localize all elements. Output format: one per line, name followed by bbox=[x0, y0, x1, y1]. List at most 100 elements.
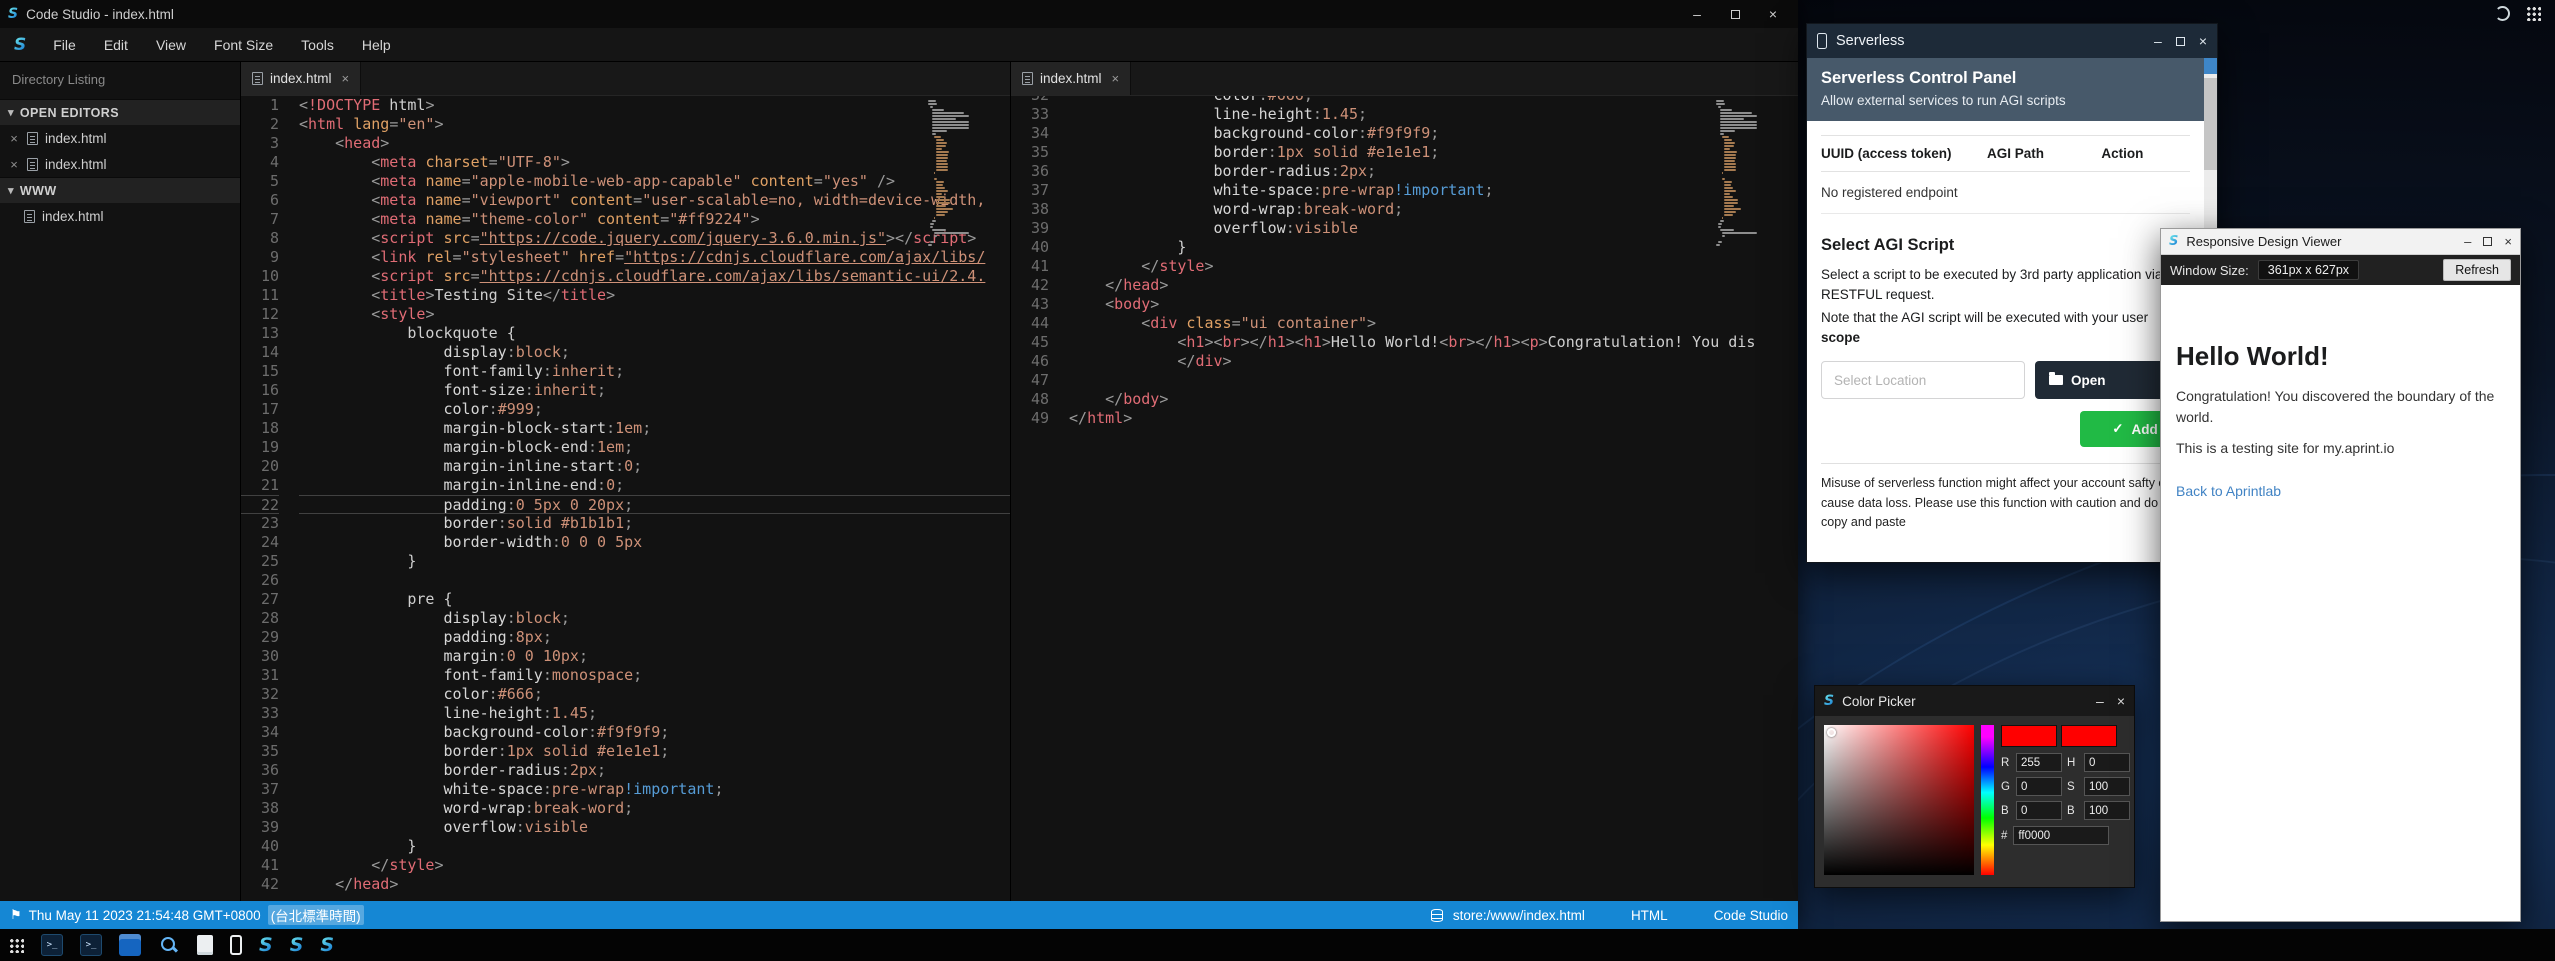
code-line[interactable]: display:block; bbox=[299, 609, 1010, 628]
terminal-icon[interactable]: >_ bbox=[41, 934, 63, 956]
code-line[interactable]: pre { bbox=[299, 590, 1010, 609]
sidebar-section-www[interactable]: ▾ WWW bbox=[0, 177, 240, 203]
code-line[interactable]: </head> bbox=[1069, 276, 1798, 295]
hex-input[interactable] bbox=[2013, 826, 2109, 845]
open-button[interactable]: Open bbox=[2035, 361, 2167, 399]
code-line[interactable]: margin:0 0 10px; bbox=[299, 647, 1010, 666]
close-icon[interactable]: × bbox=[2199, 33, 2207, 49]
code-studio-icon[interactable]: S bbox=[320, 934, 334, 956]
minimize-icon[interactable]: – bbox=[1680, 2, 1714, 26]
menu-item-edit[interactable]: Edit bbox=[91, 32, 141, 58]
minimize-icon[interactable]: – bbox=[2096, 693, 2104, 709]
code-line[interactable]: <meta name="theme-color" content="#ff922… bbox=[299, 210, 1010, 229]
code-line[interactable]: </div> bbox=[1069, 352, 1798, 371]
code-line[interactable]: color:#666; bbox=[1069, 96, 1798, 105]
minimap[interactable] bbox=[928, 100, 974, 247]
code-line[interactable]: blockquote { bbox=[299, 324, 1010, 343]
code-line[interactable]: color:#999; bbox=[299, 400, 1010, 419]
code-line[interactable]: word-wrap:break-word; bbox=[299, 799, 1010, 818]
code-line[interactable]: border-radius:2px; bbox=[1069, 162, 1798, 181]
app-launcher-grid-icon[interactable] bbox=[2526, 6, 2541, 21]
code-line[interactable]: margin-inline-start:0; bbox=[299, 457, 1010, 476]
code-line[interactable]: } bbox=[299, 552, 1010, 571]
window-size-value[interactable]: 361px x 627px bbox=[2258, 260, 2359, 280]
code-line[interactable]: <body> bbox=[1069, 295, 1798, 314]
code-studio-icon[interactable]: S bbox=[259, 934, 273, 956]
hue-input[interactable] bbox=[2084, 753, 2130, 772]
code-line[interactable]: font-size:inherit; bbox=[299, 381, 1010, 400]
code-line[interactable]: line-height:1.45; bbox=[299, 704, 1010, 723]
back-to-aprintlab-link[interactable]: Back to Aprintlab bbox=[2176, 483, 2281, 499]
sync-icon[interactable] bbox=[2495, 6, 2510, 21]
tab-index-html[interactable]: index.html × bbox=[1011, 62, 1131, 95]
code-line[interactable]: border:1px solid #e1e1e1; bbox=[299, 742, 1010, 761]
code-line[interactable]: padding:0 5px 0 20px; bbox=[299, 495, 1010, 514]
red-input[interactable] bbox=[2016, 753, 2062, 772]
close-icon[interactable]: × bbox=[2504, 234, 2512, 249]
code-line[interactable]: border:1px solid #e1e1e1; bbox=[1069, 143, 1798, 162]
file-tree-item[interactable]: index.html bbox=[0, 203, 240, 229]
code-editor[interactable]: 1234567891011121314151617181920212223242… bbox=[241, 96, 1010, 901]
menu-item-tools[interactable]: Tools bbox=[288, 32, 347, 58]
code-line[interactable]: border-radius:2px; bbox=[299, 761, 1010, 780]
close-editor-icon[interactable]: × bbox=[8, 131, 20, 146]
code-line[interactable]: } bbox=[299, 837, 1010, 856]
script-location-input[interactable] bbox=[1821, 361, 2025, 399]
code-line[interactable]: </style> bbox=[299, 856, 1010, 875]
sidebar-section-open-editors[interactable]: ▾ OPEN EDITORS bbox=[0, 99, 240, 125]
code-line[interactable]: <meta name="viewport" content="user-scal… bbox=[299, 191, 1010, 210]
code-line[interactable]: </style> bbox=[1069, 257, 1798, 276]
code-line[interactable]: <meta charset="UTF-8"> bbox=[299, 153, 1010, 172]
hue-slider[interactable] bbox=[1981, 725, 1994, 875]
code-line[interactable]: <h1><br></h1><h1>Hello World!<br></h1><p… bbox=[1069, 333, 1798, 352]
phone-icon[interactable] bbox=[230, 935, 242, 955]
start-menu-grid-icon[interactable] bbox=[9, 938, 24, 953]
terminal-icon[interactable]: >_ bbox=[80, 934, 102, 956]
code-line[interactable]: background-color:#f9f9f9; bbox=[299, 723, 1010, 742]
code-line[interactable]: <title>Testing Site</title> bbox=[299, 286, 1010, 305]
maximize-icon[interactable] bbox=[2483, 237, 2492, 246]
open-editor-item[interactable]: × index.html bbox=[0, 125, 240, 151]
code-line[interactable]: border:solid #b1b1b1; bbox=[299, 514, 1010, 533]
code-editor[interactable]: 323334353637383940414243444546474849 col… bbox=[1011, 96, 1798, 901]
code-line[interactable]: padding:8px; bbox=[299, 628, 1010, 647]
code-line[interactable]: <head> bbox=[299, 134, 1010, 153]
minimize-icon[interactable]: – bbox=[2464, 234, 2471, 249]
color-picker-titlebar[interactable]: S Color Picker – × bbox=[1815, 686, 2134, 716]
close-editor-icon[interactable]: × bbox=[8, 157, 20, 172]
current-color-swatch[interactable] bbox=[2061, 725, 2117, 747]
code-line[interactable]: <style> bbox=[299, 305, 1010, 324]
code-line[interactable]: <div class="ui container"> bbox=[1069, 314, 1798, 333]
viewer-titlebar[interactable]: S Responsive Design Viewer – × bbox=[2161, 229, 2520, 255]
code-line[interactable]: <html lang="en"> bbox=[299, 115, 1010, 134]
tab-close-icon[interactable]: × bbox=[1112, 71, 1120, 86]
restore-icon[interactable] bbox=[1718, 2, 1752, 26]
open-editor-item[interactable]: × index.html bbox=[0, 151, 240, 177]
code-line[interactable]: <script src="https://cdnjs.cloudflare.co… bbox=[299, 267, 1010, 286]
green-input[interactable] bbox=[2016, 777, 2062, 796]
code-line[interactable]: <link rel="stylesheet" href="https://cdn… bbox=[299, 248, 1010, 267]
minimize-icon[interactable]: – bbox=[2154, 33, 2162, 49]
code-line[interactable]: white-space:pre-wrap!important; bbox=[1069, 181, 1798, 200]
code-line[interactable]: white-space:pre-wrap!important; bbox=[299, 780, 1010, 799]
maximize-icon[interactable] bbox=[2176, 37, 2185, 46]
code-line[interactable]: margin-inline-end:0; bbox=[299, 476, 1010, 495]
code-line[interactable]: word-wrap:break-word; bbox=[1069, 200, 1798, 219]
code-line[interactable]: display:block; bbox=[299, 343, 1010, 362]
code-line[interactable]: </html> bbox=[1069, 409, 1798, 428]
tab-close-icon[interactable]: × bbox=[342, 71, 350, 86]
document-icon[interactable] bbox=[197, 935, 213, 955]
code-line[interactable]: color:#666; bbox=[299, 685, 1010, 704]
close-icon[interactable]: × bbox=[1756, 2, 1790, 26]
code-line[interactable]: } bbox=[1069, 238, 1798, 257]
code-line[interactable] bbox=[299, 571, 1010, 590]
tab-index-html[interactable]: index.html × bbox=[241, 62, 361, 95]
menu-item-help[interactable]: Help bbox=[349, 32, 404, 58]
minimap[interactable] bbox=[1716, 100, 1762, 247]
search-icon[interactable] bbox=[158, 934, 180, 956]
menu-item-view[interactable]: View bbox=[143, 32, 199, 58]
window-titlebar[interactable]: S Code Studio - index.html – × bbox=[0, 0, 1798, 28]
code-line[interactable]: margin-block-end:1em; bbox=[299, 438, 1010, 457]
code-line[interactable]: <script src="https://code.jquery.com/jqu… bbox=[299, 229, 1010, 248]
saturation-brightness-area[interactable] bbox=[1824, 725, 1974, 875]
